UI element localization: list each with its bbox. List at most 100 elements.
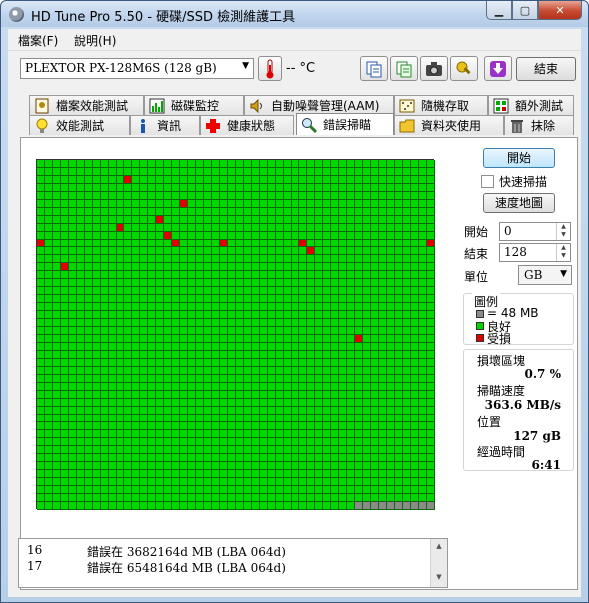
copy-text-button[interactable] [360, 56, 388, 81]
screenshot-button[interactable] [420, 56, 448, 81]
drive-select[interactable]: PLEXTOR PX-128M6S (128 gB) ▼ [20, 58, 254, 79]
block-cell [386, 342, 395, 351]
temperature-button[interactable] [258, 56, 282, 81]
block-cell [211, 334, 220, 343]
block-cell [60, 398, 69, 407]
block-cell [164, 295, 173, 304]
scroll-down-icon[interactable]: ▼ [431, 570, 447, 585]
block-cell [339, 462, 348, 471]
block-cell [188, 454, 197, 463]
block-cell [76, 327, 85, 335]
tab-extra-tests[interactable]: 額外測試 [488, 95, 574, 115]
block-cell [211, 374, 220, 383]
speed-map-button[interactable]: 速度地圖 [483, 193, 555, 213]
block-cell [410, 295, 419, 304]
tab-benchmark[interactable]: 效能測試 [29, 115, 130, 135]
block-cell [378, 342, 387, 351]
block-cell [116, 303, 125, 312]
log-row[interactable]: 16 錯誤在 3682164d MB (LBA 064d) [19, 543, 431, 559]
block-cell [363, 430, 372, 439]
block-cell [60, 382, 69, 391]
block-cell [188, 462, 197, 471]
options-button[interactable] [450, 56, 478, 81]
tab-erase[interactable]: 抹除 [504, 115, 574, 135]
block-cell [124, 342, 133, 351]
start-scan-button[interactable]: 開始 [483, 148, 555, 168]
block-cell [100, 160, 109, 168]
block-cell [235, 287, 244, 296]
tab-file-benchmark[interactable]: 檔案效能測試 [29, 95, 144, 115]
block-cell [243, 350, 252, 359]
menu-help[interactable]: 說明(H) [74, 32, 116, 49]
block-cell-damaged [426, 239, 435, 248]
block-cell [307, 231, 316, 240]
block-cell [180, 263, 189, 272]
block-cell [347, 462, 356, 471]
save-button[interactable] [484, 56, 512, 81]
block-cell [267, 263, 276, 272]
block-cell [76, 414, 85, 423]
tab-health[interactable]: 健康狀態 [200, 115, 294, 135]
spinner-arrows-icon[interactable]: ▲ ▼ [556, 223, 570, 240]
block-cell [172, 358, 181, 367]
block-cell [84, 247, 93, 256]
block-cell [235, 486, 244, 495]
block-cell [299, 438, 308, 447]
menu-file[interactable]: 檔案(F) [18, 32, 58, 49]
title-bar[interactable]: HD Tune Pro 5.50 - 硬碟/SSD 檢測維護工具 ▁ ▢ ✕ [1, 1, 588, 27]
tab-info[interactable]: 資訊 [130, 115, 200, 135]
block-cell [172, 390, 181, 399]
block-cell [204, 247, 212, 256]
block-cell [84, 287, 93, 296]
block-cell [37, 390, 45, 399]
block-cell [68, 287, 77, 296]
block-cell [315, 470, 324, 479]
block-cell [52, 295, 61, 304]
block-cell [410, 223, 419, 232]
maximize-button[interactable]: ▢ [512, 1, 538, 20]
block-cell [100, 462, 109, 471]
block-cell [204, 501, 212, 510]
quick-scan-checkbox[interactable] [481, 175, 494, 188]
start-position-input[interactable]: 0 ▲ ▼ [499, 222, 571, 241]
block-cell [132, 446, 141, 455]
app-icon[interactable] [9, 7, 24, 22]
block-cell [323, 160, 332, 168]
tab-random-access[interactable]: 隨機存取 [394, 95, 488, 115]
block-cell [108, 271, 117, 280]
close-button[interactable]: ✕ [538, 1, 582, 20]
block-cell [371, 199, 379, 208]
log-row-number: 17 [27, 559, 43, 573]
unit-select[interactable]: GB ▼ [518, 265, 572, 285]
copy-image-button[interactable] [390, 56, 418, 81]
tab-aam[interactable]: 自動噪聲管理(AAM) [244, 95, 394, 115]
error-log-list[interactable]: 16 錯誤在 3682164d MB (LBA 064d) 17 錯誤在 654… [18, 538, 448, 588]
block-cell [243, 207, 252, 216]
block-cell [52, 486, 61, 495]
block-cell [148, 390, 157, 399]
block-cell [204, 494, 212, 502]
block-cell [394, 478, 403, 487]
tab-error-scan[interactable]: 錯誤掃瞄 [296, 113, 394, 135]
block-cell [60, 207, 69, 216]
scroll-up-icon[interactable]: ▲ [431, 539, 447, 554]
block-cell [347, 374, 356, 383]
block-cell [386, 295, 395, 304]
block-cell [60, 199, 69, 208]
exit-button[interactable]: 結束 [516, 57, 576, 81]
block-cell [84, 382, 93, 391]
log-scrollbar[interactable]: ▲ ▼ [430, 539, 447, 587]
end-position-input[interactable]: 128 ▲ ▼ [499, 243, 571, 262]
spinner-arrows-icon[interactable]: ▲ ▼ [556, 244, 570, 261]
minimize-button[interactable]: ▁ [486, 1, 512, 20]
block-cell [243, 470, 252, 479]
block-cell [116, 350, 125, 359]
info-icon [135, 118, 151, 134]
block-cell [410, 350, 419, 359]
tab-folder-usage[interactable]: 資料夾使用 [394, 115, 504, 135]
block-cell [275, 207, 284, 216]
log-row[interactable]: 17 錯誤在 6548164d MB (LBA 064d) [19, 559, 431, 575]
block-cell [371, 231, 379, 240]
block-cell [259, 390, 268, 399]
tab-disk-monitor[interactable]: 磁碟監控 [144, 95, 244, 115]
